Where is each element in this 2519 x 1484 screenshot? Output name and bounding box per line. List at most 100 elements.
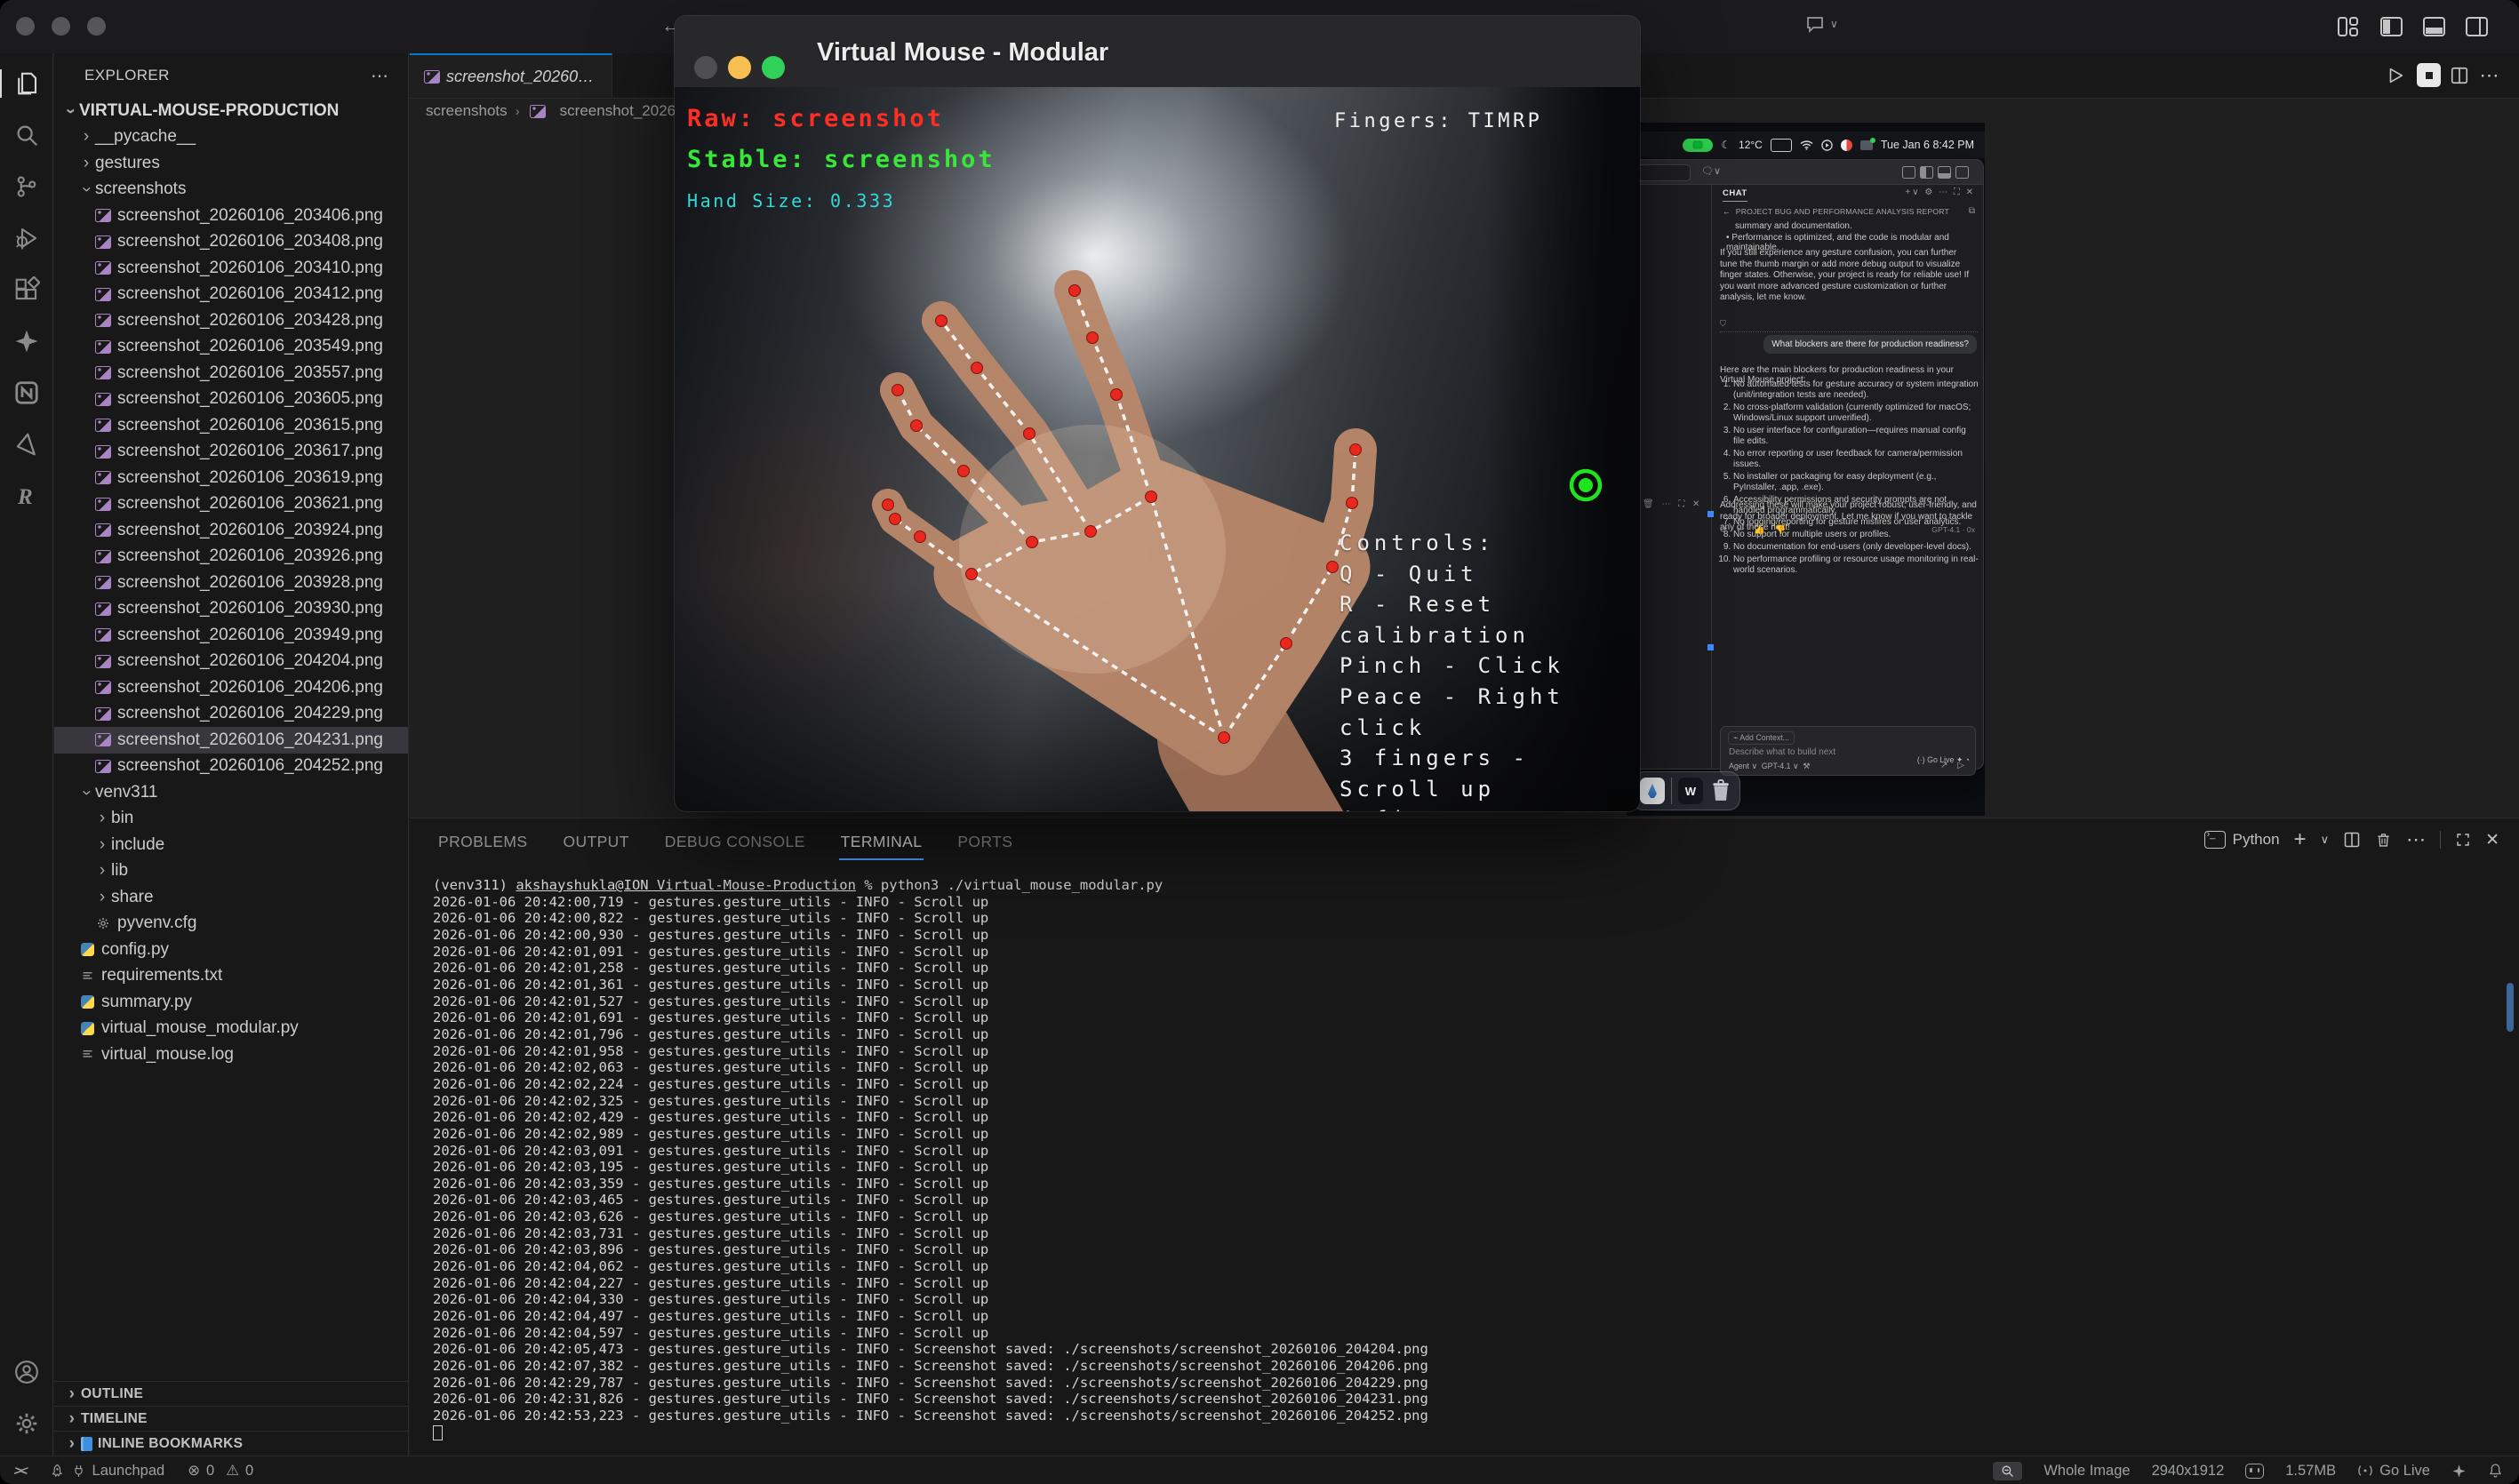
maximize-traffic-light[interactable] [87,17,106,36]
toggle-panel-icon[interactable] [2422,15,2446,38]
panel-tab-ports[interactable]: PORTS [956,827,1014,857]
terminal-dropdown-icon[interactable]: ∨ [2321,833,2330,847]
split-editor-icon[interactable] [2447,63,2471,87]
tree-file-screenshot_20260106_204229.png[interactable]: screenshot_20260106_204229.png [54,701,408,728]
account-icon[interactable] [7,1352,46,1392]
chat-action-icons[interactable]: ⟳ ↩ 👍 👎 [1720,525,1789,535]
remote-indicator[interactable]: >< [12,1464,28,1479]
copilot-status-icon[interactable] [2245,1464,2264,1479]
terminal-output[interactable]: (venv311) akshayshukla@ION Virtual-Mouse… [433,877,1428,1440]
new-terminal-icon[interactable]: + [2294,827,2307,852]
close-traffic-light[interactable] [16,17,35,36]
add-context-chip[interactable]: ⌁ Add Context... [1728,731,1795,745]
r-extension-icon[interactable]: R [7,476,46,515]
tree-file-screenshot_20260106_203406.png[interactable]: screenshot_20260106_203406.png [54,203,408,229]
chat-tab[interactable]: CHAT [1723,188,1747,202]
tree-file-screenshot_20260106_203408.png[interactable]: screenshot_20260106_203408.png [54,229,408,256]
panel-tab-problems[interactable]: PROBLEMS [436,827,529,857]
tree-folder-__pycache__[interactable]: ›__pycache__ [54,124,408,151]
tree-folder-screenshots[interactable]: ›screenshots [54,177,408,203]
notebook-extension-icon[interactable] [7,373,46,412]
tree-folder-venv311[interactable]: ›venv311 [54,779,408,806]
tree-file-screenshot_20260106_203617.png[interactable]: screenshot_20260106_203617.png [54,439,408,466]
tree-file-summary.py[interactable]: summary.py [54,989,408,1016]
open-preview-icon[interactable] [2417,63,2441,87]
tree-file-screenshot_20260106_203619.png[interactable]: screenshot_20260106_203619.png [54,465,408,491]
source-control-icon[interactable] [7,167,46,206]
tab-screenshot-image[interactable]: screenshot_20260106_204231.png [410,53,612,98]
run-python-file-icon[interactable] [2383,63,2407,87]
copilot-sparkle-icon[interactable] [7,322,46,361]
panel-more-icon[interactable]: ⋯ [2406,828,2426,851]
timeline-section[interactable]: ›TIMELINE [54,1406,408,1432]
explorer-icon[interactable] [7,64,46,103]
bell-icon[interactable] [2488,1463,2503,1479]
tree-file-screenshot_20260106_203549.png[interactable]: screenshot_20260106_203549.png [54,334,408,361]
close-panel-icon[interactable]: ✕ [2485,830,2499,850]
panel-tab-debug-console[interactable]: DEBUG CONSOLE [663,827,807,857]
problems-item[interactable]: ⊗0 ⚠0 [188,1462,253,1480]
tree-file-screenshot_20260106_203621.png[interactable]: screenshot_20260106_203621.png [54,491,408,518]
settings-gear-icon[interactable] [7,1404,46,1443]
extensions-icon[interactable] [7,270,46,309]
tree-file-screenshot_20260106_203926.png[interactable]: screenshot_20260106_203926.png [54,544,408,570]
launchpad-item[interactable]: Launchpad [50,1463,165,1480]
split-terminal-icon[interactable] [2343,831,2361,849]
tree-file-screenshot_20260106_203412.png[interactable]: screenshot_20260106_203412.png [54,282,408,308]
tree-file-screenshot_20260106_203557.png[interactable]: screenshot_20260106_203557.png [54,360,408,387]
tree-file-screenshot_20260106_204204.png[interactable]: screenshot_20260106_204204.png [54,649,408,675]
go-live-item[interactable]: Go Live [2357,1463,2430,1480]
terminal-scrollbar[interactable] [2507,983,2514,1032]
explorer-actions-icon[interactable]: ⋯ [371,65,388,87]
tree-file-virtual_mouse.log[interactable]: virtual_mouse.log [54,1041,408,1068]
kill-terminal-icon[interactable] [2375,831,2392,849]
toggle-secondary-sidebar-icon[interactable] [2465,15,2489,38]
panel-tab-terminal[interactable]: TERMINAL [839,827,924,857]
triangle-extension-icon[interactable] [7,425,46,464]
tree-file-screenshot_20260106_203949.png[interactable]: screenshot_20260106_203949.png [54,622,408,649]
customize-layout-icon[interactable] [2336,15,2360,38]
tree-folder-include[interactable]: ›include [54,832,408,858]
panel-tab-output[interactable]: OUTPUT [561,827,630,857]
terminal-shell-item[interactable]: Python [2204,831,2280,849]
tree-file-screenshot_20260106_203924.png[interactable]: screenshot_20260106_203924.png [54,517,408,544]
tree-file-screenshot_20260106_203928.png[interactable]: screenshot_20260106_203928.png [54,570,408,596]
tree-file-requirements.txt[interactable]: requirements.txt [54,963,408,990]
vm-zoom-light[interactable] [762,56,785,79]
tree-file-screenshot_20260106_204206.png[interactable]: screenshot_20260106_204206.png [54,674,408,701]
outline-section[interactable]: ›OUTLINE [54,1381,408,1407]
chat-report-title[interactable]: ←PROJECT BUG AND PERFORMANCE ANALYSIS RE… [1723,207,1949,216]
tree-folder-gestures[interactable]: ›gestures [54,150,408,177]
minimize-traffic-light[interactable] [52,17,70,36]
vm-minimize-light[interactable] [728,56,751,79]
chat-header-icons[interactable]: +∨ ⚙ ⋯ ⛶ ✕ [1905,187,1975,197]
image-zoom-mode[interactable]: Whole Image [2043,1463,2130,1480]
tree-file-screenshot_20260106_204252.png[interactable]: screenshot_20260106_204252.png [54,754,408,780]
tree-folder-bin[interactable]: ›bin [54,806,408,833]
vm-close-light[interactable] [694,56,717,79]
chat-input[interactable]: ⌁ Add Context... Describe what to build … [1720,726,1976,776]
tree-file-virtual_mouse_modular.py[interactable]: virtual_mouse_modular.py [54,1016,408,1042]
tree-folder-VIRTUAL-MOUSE-PRODUCTION[interactable]: ›VIRTUAL-MOUSE-PRODUCTION [54,98,408,124]
tree-file-pyvenv.cfg[interactable]: pyvenv.cfg [54,911,408,937]
maximize-panel-icon[interactable] [2455,832,2471,848]
terminal-line: 2026-01-06 20:42:02,429 - gestures.gestu… [433,1109,1428,1126]
tree-file-screenshot_20260106_203615.png[interactable]: screenshot_20260106_203615.png [54,412,408,439]
tree-file-screenshot_20260106_204231.png[interactable]: screenshot_20260106_204231.png [54,727,408,754]
run-debug-icon[interactable] [7,219,46,258]
search-icon[interactable] [7,116,46,155]
image-zoom-icon[interactable] [1993,1462,2022,1480]
inline-bookmarks-section[interactable]: ›INLINE BOOKMARKS [54,1431,408,1456]
editor-more-actions-icon[interactable]: ⋯ [2477,63,2501,87]
tree-file-config.py[interactable]: config.py [54,937,408,963]
tree-file-screenshot_20260106_203930.png[interactable]: screenshot_20260106_203930.png [54,596,408,623]
tree-file-screenshot_20260106_203428.png[interactable]: screenshot_20260106_203428.png [54,307,408,334]
sparkle-status-icon[interactable] [2451,1464,2467,1479]
tree-folder-lib[interactable]: ›lib [54,858,408,885]
copilot-chat-icon[interactable]: ∨ [1804,13,1838,35]
tree-file-screenshot_20260106_203410.png[interactable]: screenshot_20260106_203410.png [54,255,408,282]
toggle-primary-sidebar-icon[interactable] [2379,15,2403,38]
tree-file-screenshot_20260106_203605.png[interactable]: screenshot_20260106_203605.png [54,387,408,413]
virtual-mouse-window[interactable]: Virtual Mouse - Modular Raw: screenshot … [675,16,1640,811]
tree-folder-share[interactable]: ›share [54,884,408,911]
